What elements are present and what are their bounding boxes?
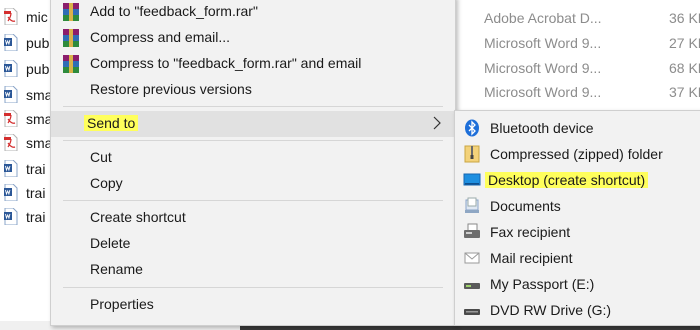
menu-item-label: Copy	[90, 175, 123, 191]
details-columns: Adobe Acrobat D... 36 KB Microsoft Word …	[454, 0, 700, 108]
fax-icon	[464, 223, 480, 238]
menu-item-label: Delete	[90, 235, 131, 251]
detail-row: Microsoft Word 9... 27 KB	[455, 31, 700, 55]
file-name: pub	[26, 61, 50, 77]
menu-item-properties[interactable]: Properties	[51, 292, 455, 318]
file-name: trai	[26, 209, 46, 225]
menu-item-label: Cut	[90, 149, 112, 165]
submenu-item-label: Fax recipient	[490, 224, 571, 240]
file-size: 68 KB	[669, 60, 700, 76]
file-type: Adobe Acrobat D...	[484, 10, 602, 26]
menu-item-label: Add to "feedback_form.rar"	[90, 3, 258, 19]
word-file-icon	[4, 184, 18, 201]
detail-row: Microsoft Word 9... 68 KB	[455, 56, 700, 80]
menu-item-label: Rename	[90, 261, 143, 277]
submenu-item-label: DVD RW Drive (G:)	[490, 302, 612, 318]
word-file-icon	[4, 86, 18, 103]
submenu-item-label: Desktop (create shortcut)	[485, 172, 649, 188]
word-file-icon	[4, 34, 18, 51]
send-to-dvd-rw-drive[interactable]: DVD RW Drive (G:)	[455, 297, 700, 323]
word-file-icon	[4, 208, 18, 225]
menu-item-label: Create shortcut	[90, 209, 186, 225]
file-name: sma	[26, 135, 53, 151]
detail-row: Adobe Acrobat D... 36 KB	[455, 6, 700, 30]
file-type: Microsoft Word 9...	[484, 60, 602, 76]
bluetooth-icon	[465, 119, 479, 137]
menu-separator	[63, 140, 443, 141]
pdf-file-icon	[4, 110, 18, 127]
highlight-marker: Send to	[84, 115, 139, 131]
file-size: 37 KB	[669, 84, 700, 100]
winrar-icon	[63, 3, 79, 21]
submenu-item-label: Compressed (zipped) folder	[490, 146, 663, 162]
send-to-my-passport[interactable]: My Passport (E:)	[455, 271, 700, 297]
word-file-icon	[4, 60, 18, 77]
context-menu: Add to "feedback_form.rar" Compress and …	[50, 0, 456, 326]
file-name: mic	[26, 9, 48, 25]
menu-item-label: Properties	[90, 296, 154, 312]
send-to-compressed-folder[interactable]: Compressed (zipped) folder	[455, 141, 700, 167]
desktop-icon	[463, 173, 481, 186]
send-to-submenu: Bluetooth device Compressed (zipped) fol…	[454, 110, 700, 326]
winrar-icon	[63, 55, 79, 73]
file-name: trai	[26, 185, 46, 201]
menu-separator	[63, 200, 443, 201]
menu-item-add-to-archive[interactable]: Add to "feedback_form.rar"	[51, 0, 455, 25]
menu-item-create-shortcut[interactable]: Create shortcut	[51, 205, 455, 231]
winrar-icon	[63, 29, 79, 47]
dvd-drive-icon	[464, 309, 480, 315]
submenu-item-label: Documents	[490, 198, 561, 214]
menu-separator	[63, 106, 443, 107]
menu-item-cut[interactable]: Cut	[51, 145, 455, 171]
file-size: 27 KB	[669, 35, 700, 51]
detail-row: Microsoft Word 9... 37 KB	[455, 80, 700, 104]
file-name: sma	[26, 87, 53, 103]
file-size: 36 KB	[669, 10, 700, 26]
menu-item-copy[interactable]: Copy	[51, 171, 455, 197]
menu-item-restore-previous-versions[interactable]: Restore previous versions	[51, 77, 455, 103]
documents-icon	[465, 197, 479, 213]
usb-drive-icon	[464, 283, 480, 289]
file-name: sma	[26, 111, 53, 127]
menu-item-compress-and-email[interactable]: Compress and email...	[51, 25, 455, 51]
send-to-fax-recipient[interactable]: Fax recipient	[455, 219, 700, 245]
file-type: Microsoft Word 9...	[484, 84, 602, 100]
file-name: trai	[26, 161, 46, 177]
file-type: Microsoft Word 9...	[484, 35, 602, 51]
menu-item-label: Compress and email...	[90, 29, 231, 45]
menu-item-label: Restore previous versions	[90, 81, 252, 97]
file-name: pub	[26, 35, 50, 51]
menu-item-label: Send to	[84, 115, 139, 131]
word-file-icon	[4, 160, 18, 177]
send-to-desktop-shortcut[interactable]: Desktop (create shortcut)	[455, 167, 700, 193]
menu-item-label: Compress to "feedback_form.rar" and emai…	[90, 55, 362, 71]
menu-item-compress-to-rar-and-email[interactable]: Compress to "feedback_form.rar" and emai…	[51, 51, 455, 77]
send-to-documents[interactable]: Documents	[455, 193, 700, 219]
submenu-item-label: My Passport (E:)	[490, 276, 595, 292]
menu-separator	[63, 287, 443, 288]
menu-item-send-to[interactable]: Send to	[51, 111, 455, 137]
zip-folder-icon	[464, 145, 480, 163]
send-to-mail-recipient[interactable]: Mail recipient	[455, 245, 700, 271]
mail-icon	[464, 252, 480, 264]
pdf-file-icon	[4, 8, 18, 25]
highlight-marker: Desktop (create shortcut)	[485, 172, 649, 188]
menu-item-rename[interactable]: Rename	[51, 257, 455, 283]
send-to-bluetooth-device[interactable]: Bluetooth device	[455, 115, 700, 141]
menu-item-delete[interactable]: Delete	[51, 231, 455, 257]
pdf-file-icon	[4, 134, 18, 151]
submenu-item-label: Mail recipient	[490, 250, 573, 266]
chevron-right-icon	[433, 116, 441, 130]
submenu-item-label: Bluetooth device	[490, 120, 594, 136]
